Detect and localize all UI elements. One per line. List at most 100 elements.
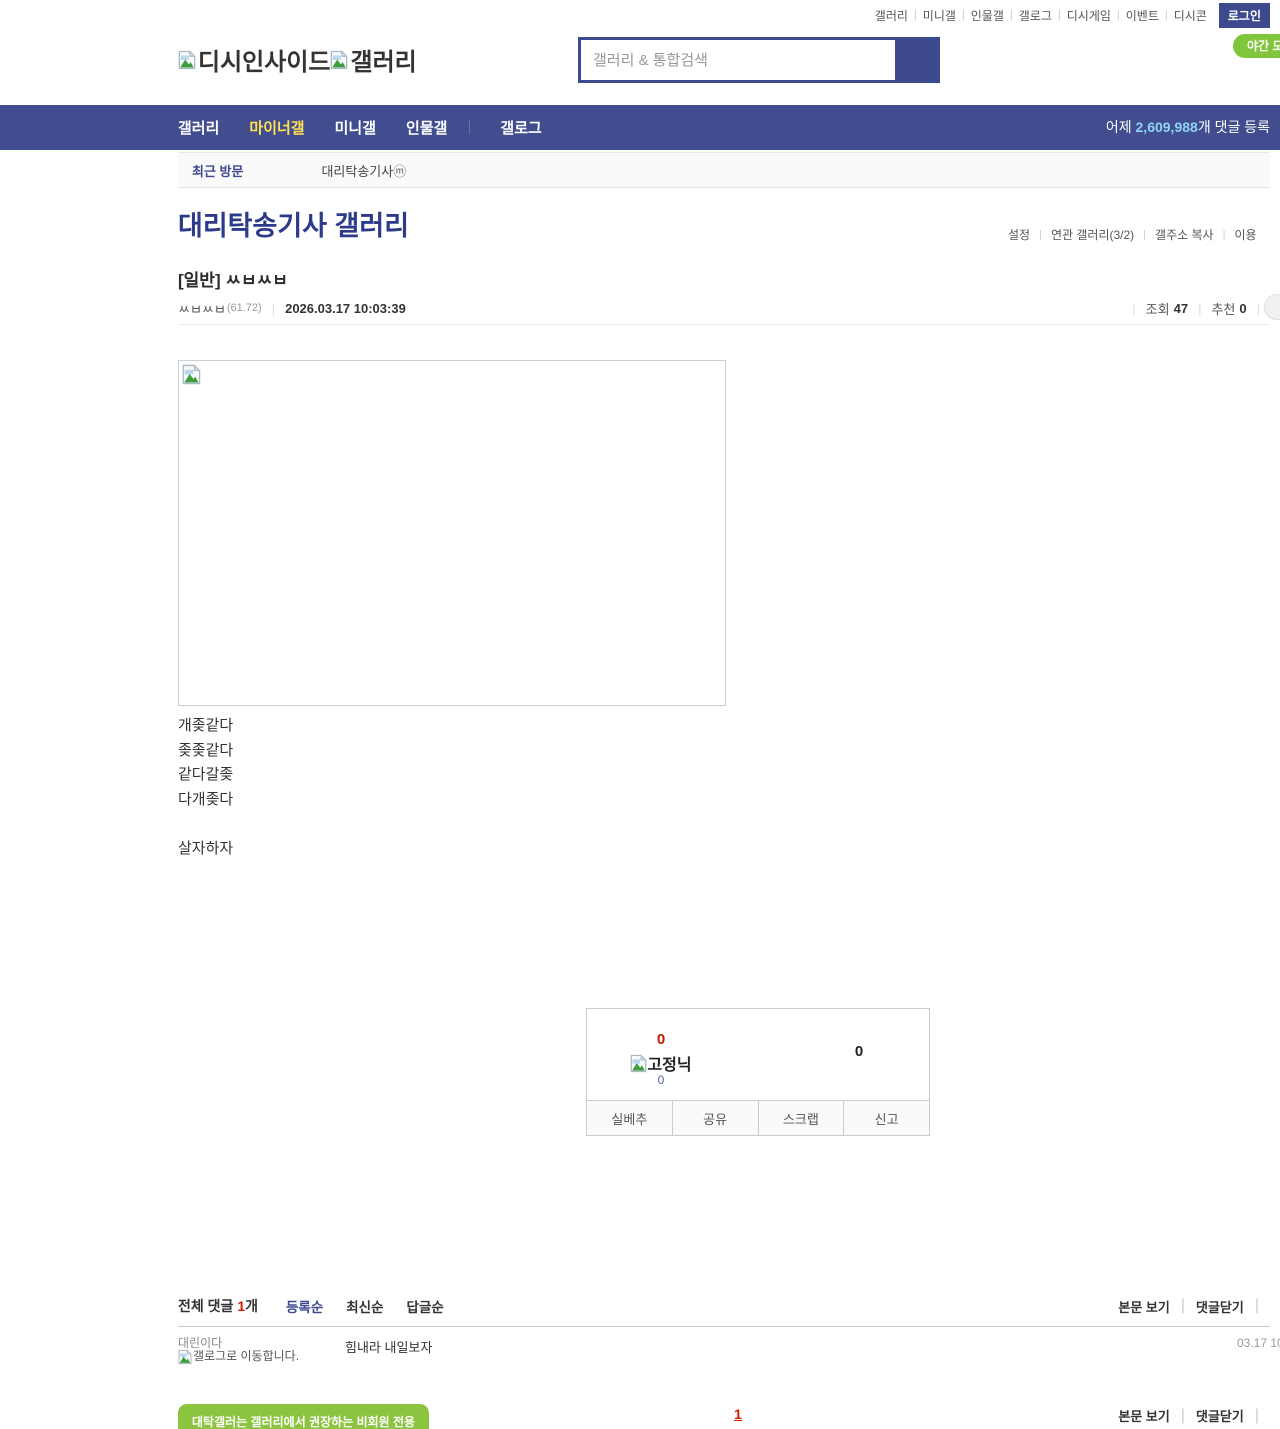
divider [469, 121, 471, 134]
broken-image-icon [178, 50, 196, 70]
nav-item-gallog[interactable]: 갤로그 [500, 117, 541, 138]
stats-suffix: 개 댓글 등록 [1197, 119, 1270, 135]
separator: | [961, 9, 965, 21]
toplink-dcgame[interactable]: 디시게임 [1067, 7, 1111, 24]
post-category: [일반] [178, 271, 221, 290]
post-author[interactable]: ㅆㅂㅆㅂ [178, 299, 226, 318]
sort-by-reply[interactable]: 답글순 [407, 1296, 444, 1316]
upvote-count[interactable]: 0 [587, 1031, 735, 1048]
recent-visit-bar: 최근 방문 대리탁송기사ⓜ [178, 152, 1270, 188]
recent-gallery-link[interactable]: 대리탁송기사ⓜ [321, 161, 406, 180]
post-body-line: 살자하자 [178, 839, 234, 857]
separator: | [271, 300, 276, 316]
comment-text: 힘내라 내일보자 [345, 1340, 433, 1355]
nav-item-mini-gallery[interactable]: 미니갤 [335, 117, 376, 138]
separator: | [1256, 300, 1260, 316]
post-date: 2026.03.17 10:03:39 [285, 300, 406, 316]
toplink-gallog[interactable]: 갤로그 [1019, 7, 1052, 24]
related-galleries-link[interactable]: 연관 갤러리(3/2) [1051, 226, 1134, 243]
gallery-title[interactable]: 대리탁송기사 갤러리 [178, 204, 409, 243]
separator: | [1180, 1297, 1185, 1314]
broken-image-icon [630, 1054, 647, 1073]
close-comments-link[interactable]: 댓글닫기 [1196, 1297, 1244, 1316]
sort-by-newest[interactable]: 최신순 [346, 1296, 383, 1316]
separator: | [1143, 228, 1147, 241]
post-body-line: 좆좆같다 [178, 741, 234, 759]
top-utility-bar: 갤러리 | 미니갤 | 인물갤 | 갤로그 | 디시게임 | 이벤트 | 디시콘 로그인 [0, 0, 1270, 30]
report-button[interactable]: 신고 [843, 1101, 929, 1135]
fixed-nick-label: 고정닉 [647, 1057, 692, 1074]
comment-gallog-link[interactable]: 갤로그로 이동합니다. [178, 1349, 304, 1365]
site-logo[interactable]: 디시인사이드 갤러리 [178, 42, 417, 77]
share-button[interactable]: 공유 [671, 1101, 758, 1135]
recent-gallery-name: 대리탁송기사 [321, 163, 394, 179]
toplink-minigall[interactable]: 미니갤 [923, 7, 956, 24]
post-body-line [178, 812, 233, 837]
nav-item-minor-gallery[interactable]: 마이너갤 [249, 117, 304, 138]
comment-count-stats: 어제 2,609,988개 댓글 등록 [1106, 105, 1270, 150]
silbechu-button[interactable]: 실베추 [587, 1101, 672, 1135]
post-author-ip: (61.72) [226, 302, 262, 314]
separator: | [1254, 1406, 1259, 1424]
search-box [578, 37, 940, 83]
fixed-nick-upvote-count: 0 [657, 1073, 665, 1087]
close-comments-link[interactable]: 댓글닫기 [1196, 1406, 1244, 1425]
comments-footer-links: 본문 보기 | 댓글닫기 | [178, 1406, 1270, 1425]
divider [178, 1326, 1270, 1327]
comments-total-label: 전체 댓글 [178, 1298, 238, 1314]
login-button[interactable]: 로그인 [1218, 2, 1270, 28]
separator: | [1164, 9, 1168, 21]
gallog-alt-text: 갤로그로 이동합니다. [193, 1349, 300, 1363]
comments-total: 전체 댓글 1개 [178, 1296, 258, 1316]
gallery-settings-link[interactable]: 설정 [1008, 226, 1030, 243]
post-title: [일반] ㅆㅂㅆㅂ [178, 266, 288, 291]
comments-header-links: 본문 보기 | 댓글닫기 | [1118, 1297, 1270, 1316]
separator: | [1198, 300, 1202, 316]
view-post-link[interactable]: 본문 보기 [1118, 1406, 1169, 1425]
broken-image-icon [182, 364, 201, 385]
separator: | [1180, 1406, 1185, 1424]
post-body-line: 다개좆다 [178, 790, 234, 808]
broken-image-icon [178, 1349, 192, 1365]
post-action-buttons: 실베추 공유 스크랩 신고 [586, 1101, 930, 1136]
toplink-event[interactable]: 이벤트 [1126, 7, 1159, 24]
post-body-line: 같다갈좆 [178, 766, 234, 783]
search-input[interactable] [581, 40, 895, 80]
nav-item-person-gallery[interactable]: 인물갤 [406, 117, 447, 138]
recent-visit-label[interactable]: 최근 방문 [192, 161, 243, 180]
separator: | [1057, 9, 1061, 21]
toplink-gallery[interactable]: 갤러리 [875, 7, 908, 24]
separator: | [1254, 1297, 1259, 1314]
night-mode-button[interactable]: 야간 모드 [1233, 34, 1280, 58]
vote-counts-panel: 0 고정닉 0 0 [586, 1008, 930, 1101]
comments-total-count: 1 [237, 1298, 246, 1314]
nav-item-gallery[interactable]: 갤러리 [178, 117, 219, 138]
broken-image-icon [330, 50, 348, 70]
downvote-count[interactable]: 0 [809, 1043, 909, 1060]
search-button[interactable] [895, 40, 937, 80]
dcinside-gallery-page: 갤러리 | 미니갤 | 인물갤 | 갤로그 | 디시게임 | 이벤트 | 디시콘 로그인 야… [0, 0, 1280, 1429]
toplink-persongall[interactable]: 인물갤 [971, 7, 1004, 24]
copy-gallery-url-link[interactable]: 갤주소 복사 [1155, 226, 1214, 243]
views-label: 조회 [1145, 301, 1170, 317]
sort-by-registered[interactable]: 등록순 [286, 1296, 323, 1316]
scrap-button[interactable]: 스크랩 [757, 1101, 844, 1135]
gallery-header-links: 설정 | 연관 갤러리(3/2) | 갤주소 복사 | 이용 [1008, 226, 1257, 243]
minor-gallery-badge: ⓜ [393, 163, 407, 179]
logo-text-dcinside: 디시인사이드 [198, 49, 331, 76]
stats-count: 2,609,988 [1135, 119, 1198, 135]
usage-guide-link[interactable]: 이용 [1234, 226, 1256, 243]
vote-widget: 0 고정닉 0 0 실베추 공유 스크랩 신고 [586, 1008, 930, 1136]
upvote-button[interactable]: 고정닉 [587, 1051, 735, 1075]
logo-text-gallery: 갤러리 [350, 49, 417, 76]
view-post-link[interactable]: 본문 보기 [1118, 1297, 1169, 1316]
main-navigation-bar: 갤러리 마이너갤 미니갤 인물갤 갤로그 어제 2,609,988개 댓글 등록 [0, 105, 1280, 150]
post-info-row: ㅆㅂㅆㅂ (61.72) | 2026.03.17 10:03:39 | 조회 … [178, 297, 1270, 319]
views-count: 47 [1173, 300, 1189, 316]
toplink-dccon[interactable]: 디시콘 [1174, 7, 1207, 24]
post-title-text: ㅆㅂㅆㅂ [225, 271, 288, 290]
post-stats: | 조회 47 | 추천 0 | [1122, 299, 1270, 318]
recommend-label: 추천 [1211, 301, 1236, 317]
separator: | [1039, 228, 1042, 241]
comments-total-suffix: 개 [245, 1298, 258, 1314]
